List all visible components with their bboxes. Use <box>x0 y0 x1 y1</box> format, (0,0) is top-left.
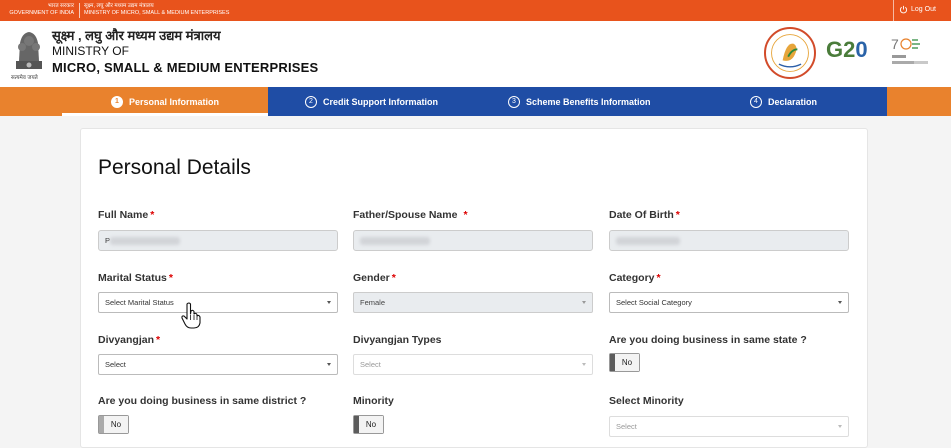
government-label: भारत सरकार GOVERNMENT OF INDIA <box>8 3 74 17</box>
select-minority-label: Select Minority <box>609 395 684 407</box>
step-label: Personal Information <box>129 96 220 107</box>
redacted-value <box>360 237 430 246</box>
divyangjan-types-label: Divyangjan Types <box>353 334 442 346</box>
svg-text:7: 7 <box>891 36 899 52</box>
marital-status-label: Marital Status * <box>98 272 173 284</box>
required-mark: * <box>156 334 161 346</box>
select-value: Select Marital Status <box>105 298 174 307</box>
same-district-toggle[interactable]: No <box>98 415 129 434</box>
chevron-down-icon <box>327 363 331 366</box>
logout-label: Log Out <box>911 6 936 13</box>
rashtriya-logo-icon <box>764 27 816 79</box>
date-of-birth-label: Date Of Birth * <box>609 209 680 221</box>
step-label: Scheme Benefits Information <box>526 96 651 107</box>
step-label: Credit Support Information <box>323 96 438 107</box>
step-number: 3 <box>508 95 520 108</box>
hindi-title: सूक्ष्म , लघु और मध्यम उद्यम मंत्रालय <box>52 28 221 43</box>
chevron-down-icon <box>582 301 586 304</box>
date-of-birth-input[interactable] <box>609 230 849 251</box>
gov-english: GOVERNMENT OF INDIA <box>9 10 74 16</box>
chevron-down-icon <box>582 363 586 366</box>
required-mark: * <box>391 272 396 284</box>
redacted-value <box>616 237 680 246</box>
full-name-label: Full Name * <box>98 209 154 221</box>
minority-label: Minority <box>353 395 394 407</box>
gender-label: Gender * <box>353 272 396 284</box>
step-number: 1 <box>111 95 123 108</box>
label-text: Divyangjan <box>98 334 155 346</box>
required-mark: * <box>150 209 155 221</box>
father-spouse-name-input[interactable] <box>353 230 593 251</box>
toggle-value: No <box>104 416 128 433</box>
step-declaration[interactable]: 4 Declaration <box>750 87 817 116</box>
same-state-label: Are you doing business in same state ? <box>609 334 807 346</box>
divyangjan-label: Divyangjan * <box>98 334 160 346</box>
ministry-name: MICRO, SMALL & MEDIUM ENTERPRISES <box>52 60 319 75</box>
category-label: Category * <box>609 272 661 284</box>
gov-hindi: भारत सरकार <box>47 3 74 9</box>
chevron-down-icon <box>838 301 842 304</box>
toggle-value: No <box>359 416 383 433</box>
ministry-of-label: MINISTRY OF <box>52 44 129 58</box>
required-mark: * <box>675 209 680 221</box>
active-step-indicator <box>62 113 268 116</box>
label-text: Father/Spouse Name <box>353 209 458 221</box>
select-value: Select Social Category <box>616 298 692 307</box>
select-value: Select <box>360 360 381 369</box>
g20-logo: G20 <box>826 37 868 63</box>
emblem-caption: सत्यमेव जयते <box>11 75 38 81</box>
page-title: Personal Details <box>98 156 251 179</box>
step-personal-information[interactable]: 1 Personal Information <box>111 87 219 116</box>
chevron-down-icon <box>327 301 331 304</box>
g20-text: G2 <box>826 37 856 62</box>
ministry-hindi: सूक्ष्म, लघु और मध्यम उद्यम मंत्रालय <box>84 3 154 9</box>
divider <box>79 3 80 18</box>
hand-pointer-icon <box>181 302 201 329</box>
ministry-english: MINISTRY OF MICRO, SMALL & MEDIUM ENTERP… <box>84 10 230 16</box>
same-district-label: Are you doing business in same district … <box>98 395 307 407</box>
chevron-down-icon <box>838 425 842 428</box>
power-icon <box>899 5 908 14</box>
step-credit-support-information[interactable]: 2 Credit Support Information <box>305 87 438 116</box>
toggle-value: No <box>615 354 639 371</box>
label-text: Full Name <box>98 209 149 221</box>
label-text: Marital Status <box>98 272 167 284</box>
step-label: Declaration <box>768 96 818 107</box>
step-scheme-benefits-information[interactable]: 3 Scheme Benefits Information <box>508 87 651 116</box>
step-number: 4 <box>750 95 762 108</box>
select-minority-select[interactable]: Select <box>609 416 849 437</box>
select-value: Select <box>105 360 126 369</box>
marital-status-select[interactable]: Select Marital Status <box>98 292 338 313</box>
select-value: Female <box>360 298 386 307</box>
label-text: Gender <box>353 272 390 284</box>
full-name-input[interactable]: P <box>98 230 338 251</box>
divyangjan-types-select[interactable]: Select <box>353 354 593 375</box>
g20-zero: 0 <box>855 37 868 62</box>
minority-toggle[interactable]: No <box>353 415 384 434</box>
top-bar: भारत सरकार GOVERNMENT OF INDIA सूक्ष्म, … <box>0 0 951 21</box>
required-mark: * <box>168 272 173 284</box>
category-select[interactable]: Select Social Category <box>609 292 849 313</box>
label-text: Category <box>609 272 655 284</box>
required-mark: * <box>656 272 661 284</box>
select-value: Select <box>616 422 637 431</box>
gender-select[interactable]: Female <box>353 292 593 313</box>
ministry-label: सूक्ष्म, लघु और मध्यम उद्यम मंत्रालय MIN… <box>84 3 229 17</box>
redacted-value <box>110 237 181 246</box>
azadi-ka-amrit-mahotsav-logo-icon: 7 <box>891 36 928 64</box>
step-number: 2 <box>305 95 317 108</box>
label-text: Divyangjan Types <box>353 334 442 346</box>
divider <box>893 0 894 21</box>
site-header: सत्यमेव जयते सूक्ष्म , लघु और मध्यम उद्य… <box>0 21 951 87</box>
father-spouse-name-label: Father/Spouse Name * <box>353 209 468 221</box>
progress-steps: 1 Personal Information 2 Credit Support … <box>0 87 951 116</box>
label-text: Date Of Birth <box>609 209 674 221</box>
same-state-toggle[interactable]: No <box>609 353 640 372</box>
logout-button[interactable]: Log Out <box>899 5 936 14</box>
divyangjan-select[interactable]: Select <box>98 354 338 375</box>
required-mark: * <box>463 209 468 221</box>
